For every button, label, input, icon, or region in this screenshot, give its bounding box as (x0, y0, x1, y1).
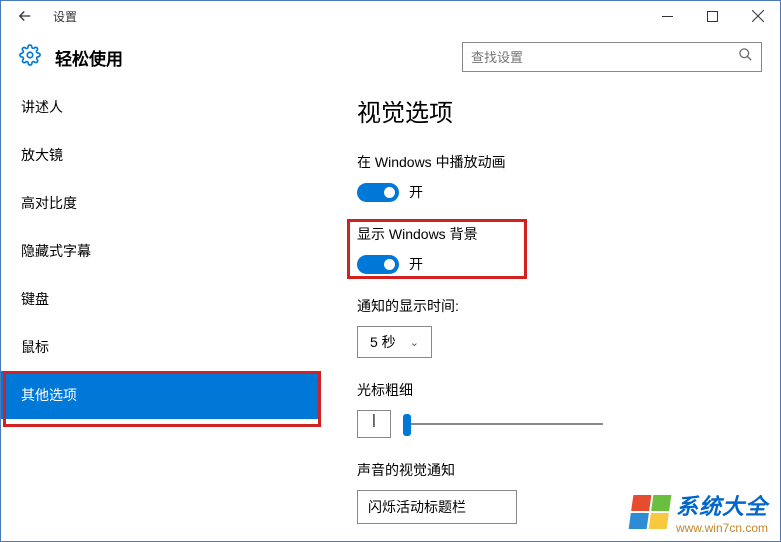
notification-value: 5 秒 (370, 332, 396, 352)
background-state: 开 (409, 254, 423, 274)
animations-state: 开 (409, 182, 423, 202)
sound-notify-label: 声音的视觉通知 (357, 460, 780, 480)
search-box[interactable] (462, 42, 762, 72)
setting-cursor-width: 光标粗细 | (357, 380, 780, 438)
chevron-down-icon: ⌄ (410, 336, 419, 349)
watermark: 系统大全 www.win7cn.com (630, 489, 768, 535)
setting-background: 显示 Windows 背景 开 (357, 224, 780, 274)
sidebar-item-narrator[interactable]: 讲述人 (1, 83, 321, 131)
close-button[interactable] (735, 2, 780, 30)
window-controls (645, 2, 780, 30)
sound-notify-value: 闪烁活动标题栏 (368, 499, 466, 515)
sidebar-item-highcontrast[interactable]: 高对比度 (1, 179, 321, 227)
maximize-button[interactable] (690, 2, 735, 30)
titlebar: 设置 (1, 1, 780, 31)
slider-thumb[interactable] (403, 414, 411, 436)
cursor-label: 光标粗细 (357, 380, 780, 400)
setting-animations: 在 Windows 中播放动画 开 (357, 152, 780, 202)
windows-logo-icon (627, 494, 672, 530)
content: 讲述人 放大镜 高对比度 隐藏式字幕 键盘 鼠标 其他选项 视觉选项 在 Win… (1, 83, 780, 541)
sidebar-item-other[interactable]: 其他选项 (1, 371, 321, 419)
watermark-title: 系统大全 (676, 489, 768, 521)
sidebar-item-captions[interactable]: 隐藏式字幕 (1, 227, 321, 275)
cursor-slider[interactable] (403, 423, 603, 425)
watermark-url: www.win7cn.com (676, 521, 768, 535)
gear-icon (19, 44, 41, 71)
header: 轻松使用 (1, 31, 780, 83)
category-title: 轻松使用 (55, 45, 123, 70)
background-toggle[interactable] (357, 255, 399, 274)
window-title: 设置 (53, 8, 77, 25)
page-heading: 视觉选项 (357, 93, 780, 128)
setting-notification-duration: 通知的显示时间: 5 秒 ⌄ (357, 296, 780, 358)
animations-label: 在 Windows 中播放动画 (357, 152, 780, 172)
sound-notify-select[interactable]: 闪烁活动标题栏 (357, 490, 517, 524)
animations-toggle[interactable] (357, 183, 399, 202)
notification-label: 通知的显示时间: (357, 296, 780, 316)
search-input[interactable] (471, 50, 738, 65)
sidebar-item-keyboard[interactable]: 键盘 (1, 275, 321, 323)
background-label: 显示 Windows 背景 (357, 224, 780, 244)
minimize-button[interactable] (645, 2, 690, 30)
sidebar-item-magnifier[interactable]: 放大镜 (1, 131, 321, 179)
main-panel: 视觉选项 在 Windows 中播放动画 开 显示 Windows 背景 开 通… (321, 83, 780, 541)
cursor-preview: | (357, 410, 391, 438)
sidebar: 讲述人 放大镜 高对比度 隐藏式字幕 键盘 鼠标 其他选项 (1, 83, 321, 541)
search-icon (738, 47, 753, 67)
back-button[interactable] (9, 2, 41, 30)
sidebar-item-mouse[interactable]: 鼠标 (1, 323, 321, 371)
notification-select[interactable]: 5 秒 ⌄ (357, 326, 432, 358)
